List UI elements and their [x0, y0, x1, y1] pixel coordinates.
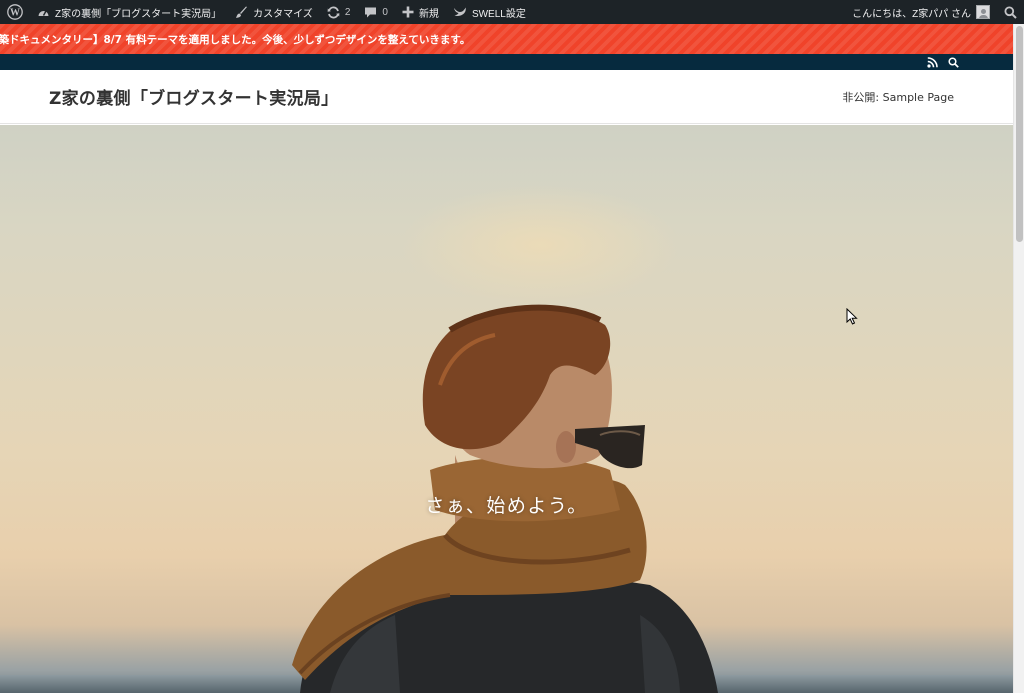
main-visual: さぁ、始めよう。	[0, 125, 1013, 693]
new-label: 新規	[418, 8, 439, 20]
nav-item-sample-page[interactable]: 非公開: Sample Page	[842, 89, 954, 105]
customize-link[interactable]: カスタマイズ	[228, 0, 320, 24]
notice-bar[interactable]: 構築ドキュメンタリー】8/7 有料テーマを適用しました。今後、少しずつデザインを…	[0, 24, 1013, 54]
comment-icon	[364, 6, 377, 19]
mouse-cursor-icon	[846, 307, 858, 329]
dashboard-icon	[37, 6, 50, 19]
wp-logo-menu[interactable]: W	[0, 0, 30, 24]
updates-link[interactable]: 2	[320, 0, 358, 24]
paintbrush-icon	[235, 6, 248, 19]
notice-text: 構築ドキュメンタリー】8/7 有料テーマを適用しました。今後、少しずつデザインを…	[0, 33, 471, 46]
rss-icon[interactable]	[927, 56, 938, 68]
site-title[interactable]: Z家の裏側「ブログスタート実況局」	[49, 84, 338, 109]
admin-bar-search[interactable]	[997, 0, 1024, 24]
site-name-menu[interactable]: Z家の裏側「ブログスタート実況局」	[30, 0, 228, 24]
new-content-menu[interactable]: 新規	[395, 0, 446, 24]
customize-label: カスタマイズ	[253, 8, 313, 20]
bird-icon	[453, 6, 467, 18]
avatar	[976, 5, 990, 19]
admin-bar-right: こんにちは、Z家パパ さん	[845, 0, 1024, 24]
site-name-label: Z家の裏側「ブログスタート実況局」	[55, 8, 222, 20]
swell-settings-label: SWELL設定	[471, 8, 526, 20]
search-icon[interactable]	[948, 56, 959, 68]
my-account-menu[interactable]: こんにちは、Z家パパ さん	[845, 0, 997, 24]
updates-icon	[327, 6, 340, 19]
comments-count: 0	[382, 6, 388, 18]
page-scrollbar[interactable]	[1013, 24, 1024, 693]
wordpress-icon: W	[7, 4, 23, 20]
comments-link[interactable]: 0	[357, 0, 395, 24]
header-top-bar	[0, 54, 1013, 70]
site-header: Z家の裏側「ブログスタート実況局」 非公開: Sample Page	[0, 70, 1013, 124]
hero-image	[0, 185, 1013, 693]
wp-admin-bar: W Z家の裏側「ブログスタート実況局」 カスタマイズ 2 0 新規 SWELL設…	[0, 0, 1024, 24]
search-icon	[1004, 6, 1017, 19]
hero-caption: さぁ、始めよう。	[425, 495, 588, 517]
swell-settings-link[interactable]: SWELL設定	[446, 0, 533, 24]
plus-icon	[402, 6, 414, 18]
updates-count: 2	[344, 6, 351, 18]
greeting-label: こんにちは、Z家パパ さん	[852, 8, 971, 20]
admin-bar-left: W Z家の裏側「ブログスタート実況局」 カスタマイズ 2 0 新規 SWELL設…	[0, 0, 533, 24]
scrollbar-thumb[interactable]	[1016, 26, 1023, 242]
svg-text:W: W	[10, 8, 20, 19]
